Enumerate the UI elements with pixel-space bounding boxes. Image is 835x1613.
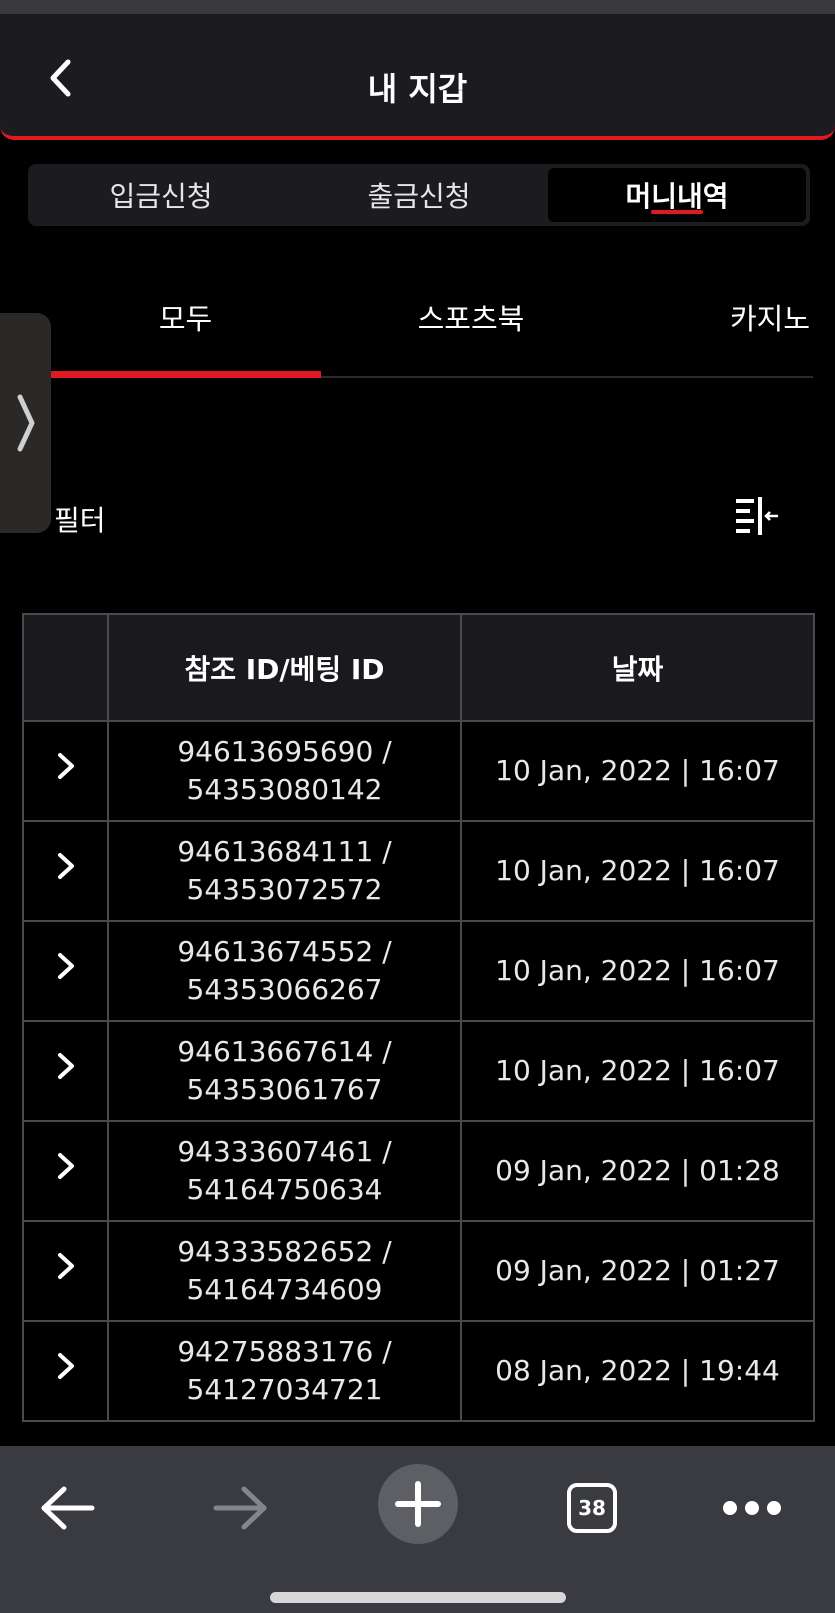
row-expand-button[interactable] <box>22 820 109 922</box>
filter-label: 필터 <box>54 504 106 537</box>
ref-id: 94613684111 / <box>177 835 392 868</box>
ref-bet-id-cell: 94613674552 / 54353066267 <box>107 920 462 1022</box>
more-menu-button[interactable] <box>712 1468 792 1548</box>
bet-id: 54353061767 <box>186 1073 383 1106</box>
segment-withdraw-request[interactable]: 출금신청 <box>290 168 548 222</box>
tab-casino[interactable]: 카지노 <box>730 290 835 376</box>
row-expand-chevron-icon <box>57 853 74 879</box>
row-expand-chevron-icon <box>57 1053 74 1079</box>
wallet-segment-control: 입금신청 출금신청 머니내역 <box>28 164 810 226</box>
row-expand-button[interactable] <box>22 1120 109 1222</box>
row-expand-button[interactable] <box>22 1320 109 1422</box>
browser-toolbar: 38 <box>0 1446 835 1613</box>
bet-id: 54353080142 <box>186 773 383 806</box>
ref-id: 94333582652 / <box>177 1235 392 1268</box>
browser-forward-button[interactable] <box>200 1468 280 1548</box>
side-drawer-handle[interactable] <box>0 313 51 533</box>
row-expand-chevron-icon <box>57 1153 74 1179</box>
table-row[interactable]: 94333582652 / 54164734609 09 Jan, 2022 | … <box>22 1220 815 1322</box>
ref-id: 94613667614 / <box>177 1035 392 1068</box>
table-row[interactable]: 94613667614 / 54353061767 10 Jan, 2022 | … <box>22 1020 815 1122</box>
bet-id: 54353066267 <box>186 973 383 1006</box>
column-header-date: 날짜 <box>460 613 815 722</box>
column-header-expand <box>22 613 109 722</box>
date-cell: 10 Jan, 2022 | 16:07 <box>460 920 815 1022</box>
tab-switcher-button[interactable]: 38 <box>552 1468 632 1548</box>
ref-bet-id-cell: 94333607461 / 54164750634 <box>107 1120 462 1222</box>
more-dots-icon <box>723 1501 781 1515</box>
date-cell: 08 Jan, 2022 | 19:44 <box>460 1320 815 1422</box>
column-header-ref-id: 참조 ID/베팅 ID <box>107 613 462 722</box>
bet-id: 54127034721 <box>186 1373 383 1406</box>
page-header: 내 지갑 <box>0 14 835 140</box>
ref-id: 94333607461 / <box>177 1135 392 1168</box>
ref-id: 94613674552 / <box>177 935 392 968</box>
row-expand-chevron-icon <box>57 953 74 979</box>
date-cell: 10 Jan, 2022 | 16:07 <box>460 820 815 922</box>
date-cell: 09 Jan, 2022 | 01:28 <box>460 1120 815 1222</box>
bet-id: 54164734609 <box>186 1273 383 1306</box>
filter-toggle-button[interactable] <box>734 497 780 535</box>
row-expand-button[interactable] <box>22 1220 109 1322</box>
date-cell: 10 Jan, 2022 | 16:07 <box>460 1020 815 1122</box>
money-history-table: 참조 ID/베팅 ID 날짜 94613695690 / 54353080142 … <box>22 613 815 1422</box>
table-header-row: 참조 ID/베팅 ID 날짜 <box>22 613 815 722</box>
table-row[interactable]: 94333607461 / 54164750634 09 Jan, 2022 | … <box>22 1120 815 1222</box>
filter-icon <box>736 497 778 535</box>
row-expand-button[interactable] <box>22 920 109 1022</box>
tab-all[interactable]: 모두 <box>50 290 321 376</box>
segment-deposit-request[interactable]: 입금신청 <box>32 168 290 222</box>
row-expand-chevron-icon <box>57 1353 74 1379</box>
row-expand-button[interactable] <box>22 1020 109 1122</box>
browser-back-button[interactable] <box>28 1468 108 1548</box>
page-title: 내 지갑 <box>367 70 468 108</box>
tab-sportsbook[interactable]: 스포츠북 <box>321 290 621 376</box>
row-expand-chevron-icon <box>57 753 74 779</box>
browser-forward-icon <box>213 1486 267 1530</box>
date-cell: 09 Jan, 2022 | 01:27 <box>460 1220 815 1322</box>
status-bar-strip <box>0 0 835 14</box>
segment-money-history[interactable]: 머니내역 <box>548 168 806 222</box>
ref-bet-id-cell: 94613695690 / 54353080142 <box>107 720 462 822</box>
new-tab-plus-icon <box>395 1481 441 1527</box>
table-row[interactable]: 94613684111 / 54353072572 10 Jan, 2022 | … <box>22 820 815 922</box>
category-tabs: 모두 스포츠북 카지노 <box>50 290 813 378</box>
ref-id: 94275883176 / <box>177 1335 392 1368</box>
table-row[interactable]: 94613695690 / 54353080142 10 Jan, 2022 | … <box>22 720 815 822</box>
ref-bet-id-cell: 94613684111 / 54353072572 <box>107 820 462 922</box>
new-tab-button[interactable] <box>378 1464 458 1544</box>
table-row[interactable]: 94613674552 / 54353066267 10 Jan, 2022 | … <box>22 920 815 1022</box>
ref-bet-id-cell: 94333582652 / 54164734609 <box>107 1220 462 1322</box>
date-cell: 10 Jan, 2022 | 16:07 <box>460 720 815 822</box>
row-expand-chevron-icon <box>57 1253 74 1279</box>
row-expand-button[interactable] <box>22 720 109 822</box>
home-indicator[interactable] <box>270 1592 566 1603</box>
side-expand-chevron-icon <box>17 394 34 452</box>
tab-switcher-icon: 38 <box>567 1483 617 1533</box>
browser-back-icon <box>41 1486 95 1530</box>
table-row[interactable]: 94275883176 / 54127034721 08 Jan, 2022 | … <box>22 1320 815 1422</box>
active-tab-indicator <box>50 371 321 378</box>
bet-id: 54353072572 <box>186 873 383 906</box>
bet-id: 54164750634 <box>186 1173 383 1206</box>
ref-id: 94613695690 / <box>177 735 392 768</box>
ref-bet-id-cell: 94613667614 / 54353061767 <box>107 1020 462 1122</box>
ref-bet-id-cell: 94275883176 / 54127034721 <box>107 1320 462 1422</box>
